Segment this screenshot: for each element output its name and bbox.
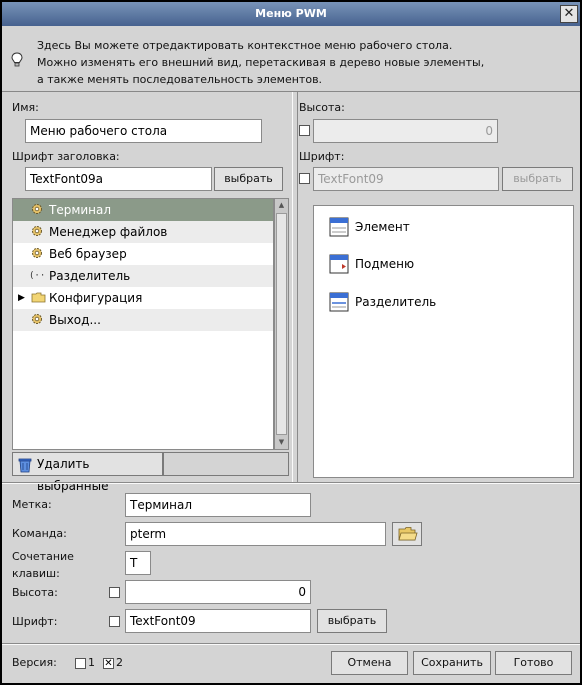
tree-item-exit[interactable]: Выход... [13,309,273,331]
info-text: Здесь Вы можете отредактировать контекст… [37,37,484,88]
save-button[interactable]: Сохранить [413,651,491,675]
version-2-label: 2 [116,656,123,669]
info-line: Можно изменять его внешний вид, перетаск… [37,56,485,69]
scroll-thumb[interactable] [276,213,287,435]
tree-item-label: Разделитель [49,269,131,283]
shortcut-label-line: клавиш: [12,567,60,580]
tree-item-configuration[interactable]: ▶ Конфигурация [13,287,273,309]
version-1-label: 1 [88,656,95,669]
info-line: Здесь Вы можете отредактировать контекст… [37,39,453,52]
open-folder-icon [398,527,418,541]
item-height-input[interactable]: 0 [125,580,311,604]
version-2-checkbox[interactable]: ✕ [103,658,114,669]
pwm-menu-dialog: Меню PWM ✕ Здесь Вы можете отредактирова… [0,0,582,685]
section-divider [2,482,580,484]
item-font-input[interactable]: TextFont09 [125,609,311,633]
gear-icon [32,314,42,324]
scroll-down-icon[interactable]: ▼ [275,436,288,449]
version-1-checkbox[interactable] [75,658,86,669]
tree-item-web-browser[interactable]: Веб браузер [13,243,273,265]
item-height-checkbox[interactable] [109,587,120,598]
menu-font-input[interactable]: TextFont09 [313,167,499,191]
scroll-up-icon[interactable]: ▲ [275,199,288,212]
name-input[interactable]: Меню рабочего стола [25,119,262,143]
palette-item-label: Разделитель [355,295,437,309]
folder-icon [31,292,46,303]
gear-icon [32,204,42,214]
name-label: Имя: [12,101,39,114]
shortcut-input[interactable]: T [125,551,151,575]
item-font-choose-button[interactable]: выбрать [317,609,387,633]
title-font-choose-button[interactable]: выбрать [214,167,283,191]
tree-item-file-manager[interactable]: Менеджер файлов [13,221,273,243]
element-icon [329,217,349,237]
separator-doc-icon [329,292,349,312]
tree-item-separator[interactable]: (····) Разделитель [13,265,273,287]
title-font-label: Шрифт заголовка: [12,150,120,163]
menu-font-checkbox[interactable] [299,173,310,184]
delete-selected-label: Удалить выбранные [37,457,109,493]
command-label: Команда: [12,527,67,540]
panel-divider [292,92,298,483]
menu-tree[interactable]: Терминал Менеджер файлов Веб браузер (··… [12,198,274,450]
item-font-checkbox[interactable] [109,616,120,627]
done-button[interactable]: Готово [495,651,572,675]
browse-command-button[interactable] [392,522,422,546]
gear-icon [32,248,42,258]
item-height-label: Высота: [12,586,58,599]
cancel-button[interactable]: Отмена [331,651,408,675]
window-title: Меню PWM [255,7,327,20]
submenu-icon [329,254,349,274]
version-label: Версия: [12,656,57,669]
element-palette[interactable]: Элемент Подменю Разделитель [313,205,574,478]
shortcut-label: Сочетание клавиш: [12,548,74,582]
menu-height-checkbox[interactable] [299,125,310,136]
tree-item-label: Менеджер файлов [49,225,168,239]
tree-item-label: Веб браузер [49,247,127,261]
gear-icon [32,226,42,236]
palette-item-label: Подменю [355,257,415,271]
tree-item-terminal[interactable]: Терминал [13,199,273,221]
lightbulb-icon [11,52,23,67]
svg-text:(····): (····) [29,271,45,281]
tree-item-label: Выход... [49,313,101,327]
delete-selected-button[interactable]: Удалить выбранные [12,452,163,493]
title-bar[interactable]: Меню PWM ✕ [2,2,580,26]
close-button[interactable]: ✕ [560,5,578,23]
separator-icon: (····) [29,271,45,281]
menu-font-choose-button[interactable]: выбрать [502,167,573,191]
item-label-label: Метка: [12,498,52,511]
trash-icon [18,458,32,473]
shortcut-label-line: Сочетание [12,550,74,563]
tree-item-label: Конфигурация [49,291,143,305]
item-font-label: Шрифт: [12,615,58,628]
footer-divider [2,643,580,645]
item-label-input[interactable]: Терминал [125,493,311,517]
title-font-input[interactable]: TextFont09a [25,167,212,191]
menu-font-label: Шрифт: [299,150,345,163]
menu-height-input[interactable]: 0 [313,119,498,143]
palette-item-label: Элемент [355,220,410,234]
tree-item-label: Терминал [49,203,112,217]
tree-toolbar-spacer [163,452,289,476]
expand-arrow-icon[interactable]: ▶ [18,288,25,308]
info-panel: Здесь Вы можете отредактировать контекст… [2,26,580,92]
tree-scrollbar[interactable]: ▲ ▼ [274,198,289,450]
info-line: а также менять последовательность элемен… [37,73,323,86]
command-input[interactable]: pterm [125,522,386,546]
menu-height-label: Высота: [299,101,345,114]
